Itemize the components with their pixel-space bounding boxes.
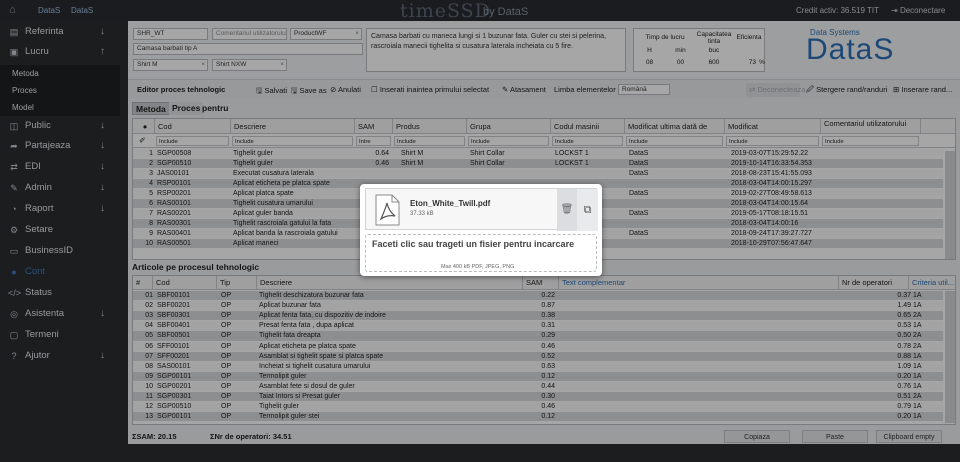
pdf-file-icon — [375, 194, 400, 226]
file-name[interactable]: Eton_White_Twill.pdf — [410, 199, 490, 208]
file-upload-dialog: Eton_White_Twill.pdf 37.33 kB 🗑 ⧉ Faceti… — [360, 184, 602, 276]
attached-file-card: Eton_White_Twill.pdf 37.33 kB 🗑 ⧉ — [365, 188, 598, 231]
trash-icon: 🗑 — [560, 204, 574, 215]
delete-file-button[interactable]: 🗑 — [557, 189, 577, 231]
dropzone-hint: Max 400 kB PDF, JPEG, PNG — [441, 264, 515, 270]
dropzone-title: Faceti clic sau trageti un fisier pentru… — [372, 239, 575, 249]
file-dropzone[interactable]: Faceti clic sau trageti un fisier pentru… — [365, 234, 597, 272]
external-link-icon: ⧉ — [583, 204, 592, 216]
file-size: 37.33 kB — [410, 211, 434, 217]
open-file-button[interactable]: ⧉ — [577, 189, 598, 231]
